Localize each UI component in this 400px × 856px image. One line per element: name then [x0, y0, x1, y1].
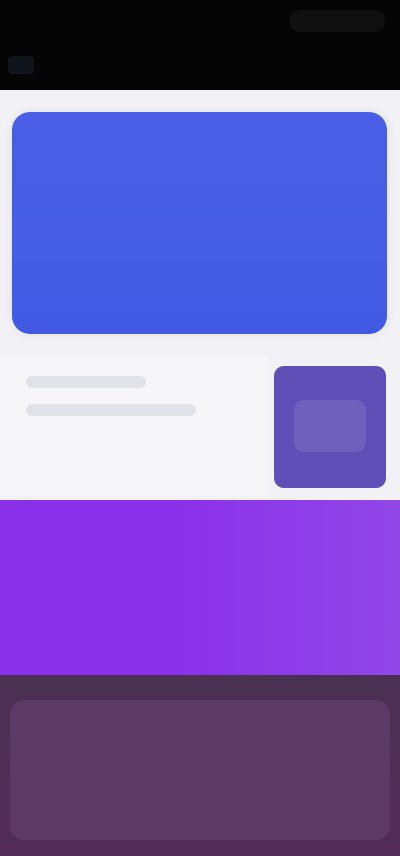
bottom-card[interactable]	[10, 700, 390, 840]
middle-right-tile-inner	[294, 400, 366, 452]
hero-card[interactable]	[12, 112, 387, 334]
promo-banner[interactable]	[0, 500, 400, 675]
top-header	[0, 0, 400, 90]
middle-right-tile[interactable]	[274, 366, 386, 488]
app-screen	[0, 0, 400, 856]
top-left-icon[interactable]	[8, 56, 34, 74]
middle-left-line-2	[26, 404, 196, 416]
middle-left-panel[interactable]	[0, 356, 268, 496]
top-right-pill[interactable]	[290, 10, 385, 32]
middle-left-line-1	[26, 376, 146, 388]
